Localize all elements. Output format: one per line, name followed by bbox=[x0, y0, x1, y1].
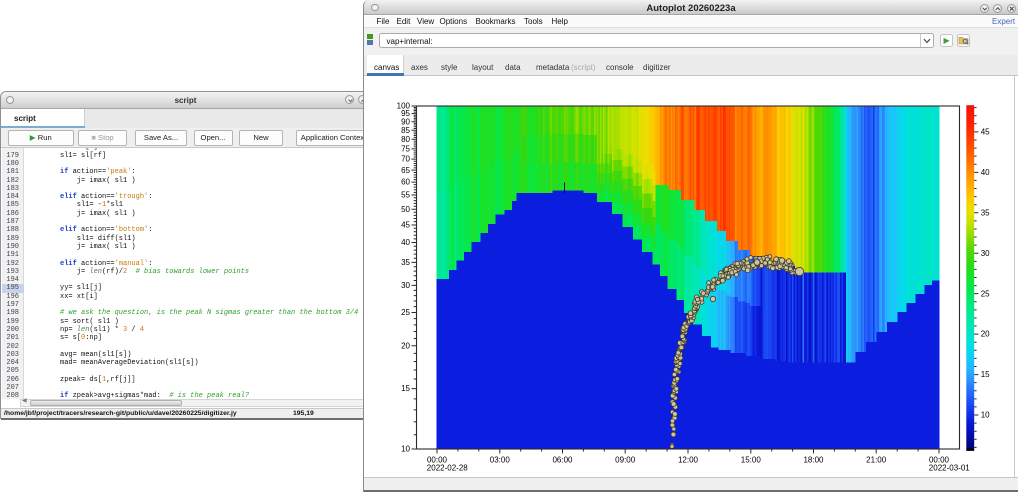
svg-text:10: 10 bbox=[981, 411, 990, 420]
svg-text:10: 10 bbox=[401, 445, 410, 454]
svg-text:30: 30 bbox=[981, 249, 990, 258]
svg-text:90: 90 bbox=[401, 117, 410, 126]
svg-text:06:00: 06:00 bbox=[552, 455, 573, 464]
svg-text:09:00: 09:00 bbox=[615, 455, 636, 464]
svg-text:12:00: 12:00 bbox=[678, 455, 699, 464]
svg-text:75: 75 bbox=[401, 144, 410, 153]
svg-text:30: 30 bbox=[401, 281, 410, 290]
svg-text:35: 35 bbox=[981, 208, 990, 217]
svg-text:45: 45 bbox=[981, 127, 990, 136]
svg-text:25: 25 bbox=[981, 289, 990, 298]
svg-text:15: 15 bbox=[981, 370, 990, 379]
svg-text:25: 25 bbox=[401, 308, 410, 317]
svg-text:20: 20 bbox=[981, 330, 990, 339]
svg-text:15:00: 15:00 bbox=[741, 455, 762, 464]
svg-text:65: 65 bbox=[401, 166, 410, 175]
svg-text:70: 70 bbox=[401, 155, 410, 164]
svg-text:40: 40 bbox=[981, 168, 990, 177]
svg-text:45: 45 bbox=[401, 221, 410, 230]
svg-text:18:00: 18:00 bbox=[803, 455, 824, 464]
svg-text:50: 50 bbox=[401, 205, 410, 214]
svg-text:40: 40 bbox=[401, 238, 410, 247]
svg-text:2022-02-28: 2022-02-28 bbox=[427, 464, 468, 473]
svg-text:21:00: 21:00 bbox=[866, 455, 887, 464]
svg-text:35: 35 bbox=[401, 258, 410, 267]
svg-text:100: 100 bbox=[397, 102, 411, 111]
svg-text:85: 85 bbox=[401, 126, 410, 135]
svg-text:03:00: 03:00 bbox=[490, 455, 511, 464]
svg-text:20: 20 bbox=[401, 341, 410, 350]
svg-text:55: 55 bbox=[401, 191, 410, 200]
svg-text:2022-03-01: 2022-03-01 bbox=[929, 464, 970, 473]
svg-text:15: 15 bbox=[401, 384, 410, 393]
svg-text:60: 60 bbox=[401, 178, 410, 187]
svg-text:80: 80 bbox=[401, 135, 410, 144]
